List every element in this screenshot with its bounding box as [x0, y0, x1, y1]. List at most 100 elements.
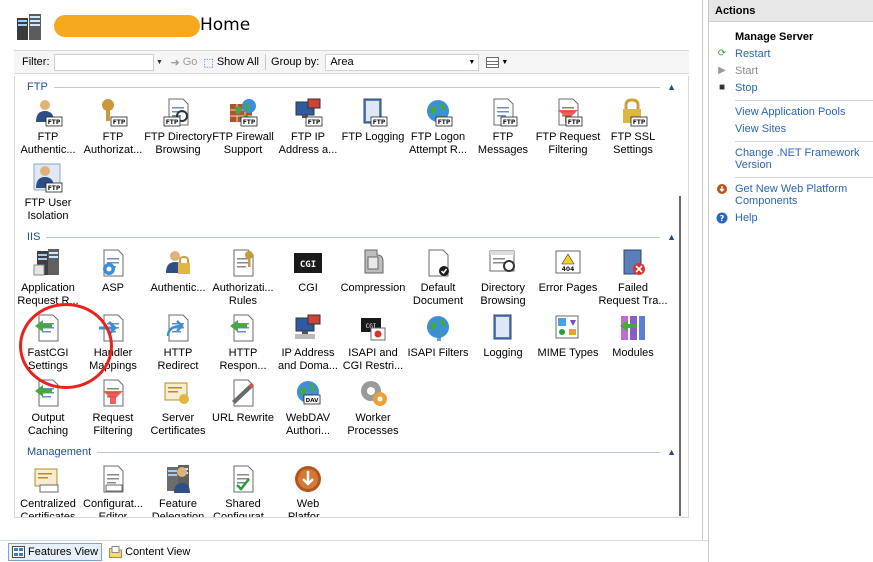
feature-tile-label: Web Platfor...	[287, 498, 329, 518]
feature-tile-application-request-routing[interactable]: Application Request R...	[15, 245, 81, 309]
feature-tile-label: FTP Authentic...	[20, 131, 76, 156]
change-net-framework-label-1: Change .NET Framework	[735, 147, 860, 159]
section-title-ftp: FTP	[27, 81, 48, 93]
feature-tile-label: ASP	[101, 282, 124, 294]
change-net-framework-link[interactable]: Change .NET Framework Version	[709, 147, 873, 171]
vertical-scrollbar[interactable]	[676, 76, 688, 517]
feature-tile-asp[interactable]: ASP	[80, 245, 146, 309]
help-link[interactable]: ? Help	[709, 212, 873, 224]
feature-tile-modules[interactable]: Modules	[600, 310, 666, 374]
feature-tile-isapi-filters[interactable]: ISAPI Filters	[405, 310, 471, 374]
restart-action[interactable]: ⟳ Restart	[709, 48, 873, 60]
feature-tile-http-redirect[interactable]: HTTP Redirect	[145, 310, 211, 374]
feature-tile-label: ISAPI Filters	[407, 347, 469, 359]
feature-tile-label: HTTP Respon...	[219, 347, 267, 372]
feature-tile-ftp-ssl[interactable]: FTP FTP SSL Settings	[600, 94, 666, 158]
section-header-ftp[interactable]: FTP ▲	[27, 80, 676, 94]
go-icon: ➜	[170, 56, 180, 69]
feature-tile-ftp-logging[interactable]: FTP FTP Logging	[340, 94, 406, 158]
go-label: Go	[182, 56, 198, 68]
redacted-server-name	[54, 15, 200, 37]
section-header-iis[interactable]: IIS ▲	[27, 230, 676, 244]
collapse-icon[interactable]: ▲	[660, 82, 676, 92]
feature-tile-feature-delegation[interactable]: Feature Delegation	[145, 461, 211, 517]
svg-text:FTP: FTP	[503, 119, 516, 126]
feature-tile-http-response-headers[interactable]: HTTP Respon...	[210, 310, 276, 374]
feature-tile-label: FTP IP Address a...	[278, 131, 338, 156]
feature-tile-ftp-logon-attempt[interactable]: FTP FTP Logon Attempt R...	[405, 94, 471, 158]
svg-text:FTP: FTP	[633, 119, 646, 126]
feature-tile-ip-address-domain[interactable]: IP Address and Doma...	[275, 310, 341, 374]
feature-tile-server-certificates[interactable]: Server Certificates	[145, 375, 211, 439]
ftp-authentication-icon: FTP	[36, 100, 63, 127]
feature-tile-ftp-directory-browsing[interactable]: FTP FTP Directory Browsing	[144, 94, 212, 158]
centralized-certificates-icon	[34, 468, 59, 493]
svg-text:CGI: CGI	[300, 260, 316, 270]
feature-tile-mime-types[interactable]: MIME Types	[535, 310, 601, 374]
web-platform-installer-icon	[295, 466, 321, 492]
feature-tile-label: URL Rewrite	[212, 412, 274, 424]
feature-tile-logging[interactable]: Logging	[470, 310, 536, 374]
feature-tile-webdav[interactable]: DAV WebDAV Authori...	[275, 375, 341, 439]
section-header-management[interactable]: Management ▲	[27, 445, 676, 459]
feature-tile-label: FTP SSL Settings	[610, 131, 656, 156]
feature-tile-authentication[interactable]: Authentic...	[145, 245, 211, 309]
feature-tile-ftp-authentication[interactable]: FTP FTP Authentic...	[15, 94, 81, 158]
svg-text:FTP: FTP	[48, 185, 61, 192]
view-mode-button[interactable]: ▼	[486, 56, 509, 68]
feature-tile-ftp-request-filtering[interactable]: FTP FTP Request Filtering	[535, 94, 601, 158]
show-all-label: Show All	[216, 56, 260, 68]
actions-header: Actions	[709, 0, 873, 22]
filter-dropdown-icon[interactable]: ▼	[155, 54, 165, 71]
feature-tile-request-filtering[interactable]: Request Filtering	[80, 375, 146, 439]
feature-tile-web-platform-installer[interactable]: Web Platfor...	[275, 461, 341, 518]
feature-tile-ftp-messages[interactable]: FTP FTP Messages	[470, 94, 536, 158]
feature-tile-centralized-certificates[interactable]: Centralized Certificates	[15, 461, 81, 518]
view-application-pools-link[interactable]: View Application Pools	[709, 106, 873, 118]
scrollbar-thumb[interactable]	[679, 196, 681, 516]
feature-tile-ftp-user-isolation[interactable]: FTP FTP User Isolation	[15, 160, 81, 224]
modules-icon	[620, 316, 645, 340]
stop-action[interactable]: ■ Stop	[709, 82, 873, 94]
help-icon: ?	[716, 212, 728, 224]
shared-configuration-icon	[233, 465, 254, 493]
feature-tile-ftp-firewall[interactable]: FTP FTP Firewall Support	[210, 94, 276, 158]
feature-tile-label: Output Caching	[27, 412, 69, 437]
feature-tile-label: HTTP Redirect	[157, 347, 199, 372]
chevron-down-icon: ▼	[501, 58, 509, 66]
feature-tile-default-document[interactable]: Default Document	[405, 245, 471, 309]
go-button[interactable]: ➜ Go	[171, 56, 198, 69]
feature-tile-configuration-editor[interactable]: Configurat... Editor	[80, 461, 146, 517]
feature-tile-error-pages[interactable]: 404 Error Pages	[535, 245, 601, 309]
collapse-icon[interactable]: ▲	[660, 232, 676, 242]
feature-tile-isapi-cgi-restrictions[interactable]: CGI ISAPI and CGI Restri...	[340, 310, 406, 374]
details-view-icon	[486, 56, 500, 68]
feature-tile-ftp-ip-address[interactable]: FTP FTP IP Address a...	[275, 94, 341, 158]
filter-input[interactable]	[53, 53, 154, 71]
feature-tile-authorization-rules[interactable]: Authorizati... Rules	[210, 245, 276, 309]
feature-tile-directory-browsing[interactable]: Directory Browsing	[470, 245, 536, 309]
server-certificates-icon	[164, 382, 189, 404]
tab-features-view[interactable]: Features View	[8, 542, 103, 561]
tab-content-view[interactable]: Content View	[106, 543, 193, 561]
collapse-icon[interactable]: ▲	[660, 447, 676, 457]
show-all-button[interactable]: ⬚ Show All	[203, 56, 259, 69]
start-action[interactable]: ▶ Start	[709, 65, 873, 77]
isapi-cgi-restrictions-icon: CGI	[361, 318, 386, 341]
group-by-select[interactable]: Area ▼	[325, 53, 480, 71]
feature-tile-url-rewrite[interactable]: URL Rewrite	[210, 375, 276, 439]
directory-browsing-icon	[489, 250, 515, 272]
feature-tile-worker-processes[interactable]: Worker Processes	[340, 375, 406, 439]
get-web-platform-components-link[interactable]: Get New Web Platform Components	[709, 183, 873, 207]
feature-tile-cgi[interactable]: CGI CGI	[275, 245, 341, 309]
feature-tile-failed-request-tracing[interactable]: Failed Request Tra...	[598, 245, 668, 309]
section-title-management: Management	[27, 446, 92, 458]
feature-tile-ftp-authorization[interactable]: FTP FTP Authorizat...	[80, 94, 146, 158]
feature-tile-compression[interactable]: Compression	[340, 245, 406, 309]
view-sites-link[interactable]: View Sites	[709, 123, 873, 135]
section-divider	[53, 86, 660, 88]
feature-tile-label: Centralized Certificates	[20, 498, 76, 518]
feature-tile-shared-configuration[interactable]: Shared Configurat...	[210, 461, 276, 517]
feature-tile-label: Authentic...	[150, 282, 206, 294]
section-divider	[46, 236, 660, 238]
